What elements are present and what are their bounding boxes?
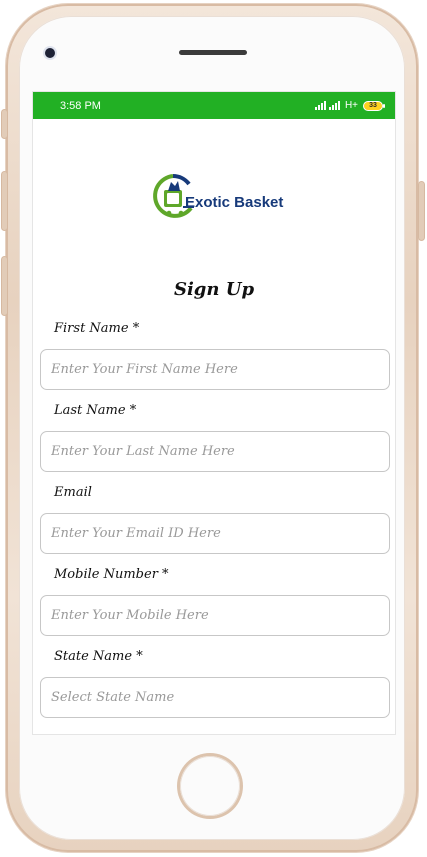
mobile-number-label: Mobile Number * [54,567,169,582]
app-logo: Exotic Basket [149,170,283,222]
status-bar: 3:58 PM H+ 33 [33,92,395,119]
network-type: H+ [344,100,358,111]
volume-down-button [2,257,7,315]
last-name-input[interactable] [40,431,390,472]
email-input[interactable] [40,513,390,554]
earpiece-speaker [179,50,247,55]
first-name-input[interactable] [40,349,390,390]
home-button[interactable] [180,756,240,816]
status-icons: H+ 33 [314,100,385,111]
front-camera [45,48,55,58]
page-title: Sign Up [173,279,255,300]
brand-name: Exotic Basket [185,194,284,211]
power-button [419,182,424,240]
mute-switch [2,110,7,138]
mobile-number-input[interactable] [40,595,390,636]
state-name-label: State Name * [54,649,143,664]
battery-icon: 33 [363,100,385,111]
last-name-label: Last Name * [54,403,137,418]
first-name-label: First Name * [54,321,140,336]
state-name-select[interactable] [40,677,390,718]
status-time: 3:58 PM [60,99,101,112]
signal-strength-icon [314,101,340,110]
app-screen: 3:58 PM H+ 33 Exotic Basket Sign Up Firs… [33,92,395,734]
volume-up-button [2,172,7,230]
email-label: Email [54,485,92,500]
